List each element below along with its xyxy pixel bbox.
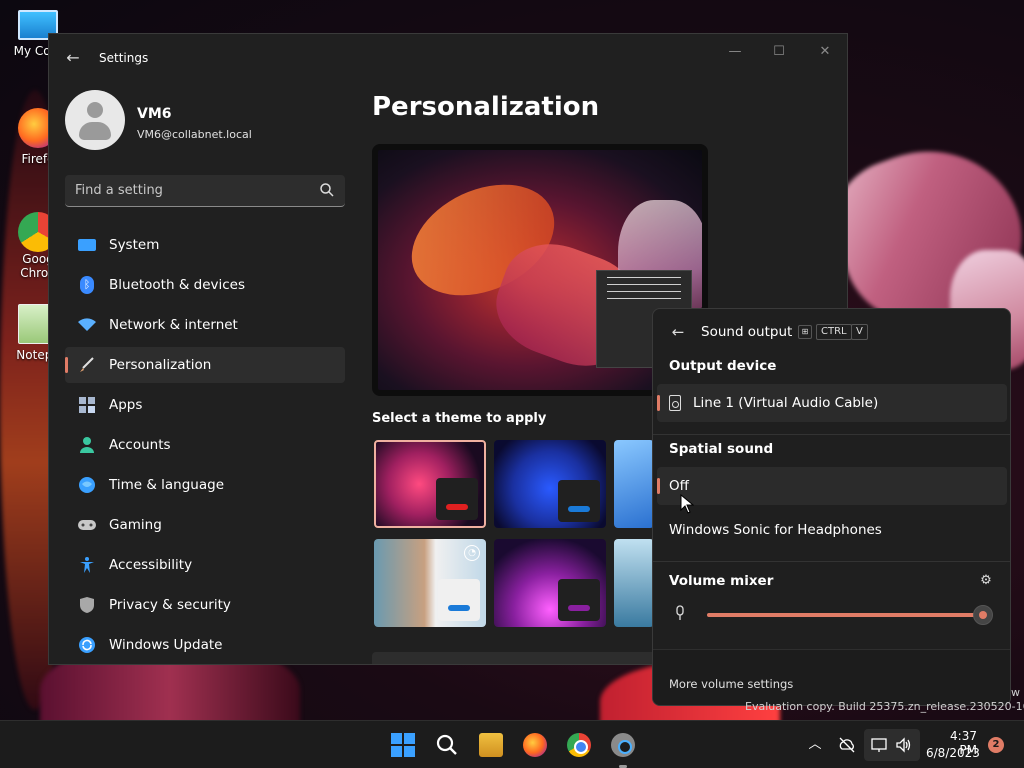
taskbar: ︿ 4:37 PM 6/8/2023 2 — [0, 720, 1024, 768]
divider — [653, 434, 1010, 435]
evaluation-watermark: Evaluation copy. Build 25375.zn_release.… — [745, 700, 1024, 713]
close-button[interactable]: ✕ — [807, 42, 843, 62]
search-icon[interactable] — [435, 733, 459, 757]
sidebar-item-label: Gaming — [109, 517, 162, 533]
volume-icon[interactable] — [895, 736, 913, 754]
spatial-option-label: Off — [669, 478, 689, 494]
search-input[interactable]: Find a setting — [65, 175, 345, 207]
sidebar-item-network[interactable]: Network & internet — [65, 307, 345, 343]
start-icon[interactable] — [391, 733, 415, 757]
app-volume-icon — [673, 605, 687, 623]
profile-email: VM6@collabnet.local — [137, 128, 252, 141]
title-bar[interactable]: ← Settings — ☐ ✕ — [49, 34, 847, 82]
back-arrow-icon[interactable]: ← — [669, 323, 687, 341]
theme-tile[interactable] — [614, 440, 654, 528]
sidebar-nav: System ᛒ Bluetooth & devices Network & i… — [65, 227, 345, 664]
file-explorer-icon[interactable] — [479, 733, 503, 757]
sidebar-item-label: Personalization — [109, 357, 212, 373]
search-icon[interactable] — [319, 182, 335, 198]
shield-icon — [77, 595, 97, 615]
divider — [653, 561, 1010, 562]
flyout-header: ← Sound output ⊞ CTRL V — [653, 309, 1010, 355]
search-placeholder: Find a setting — [75, 183, 163, 198]
update-icon — [77, 635, 97, 655]
accounts-icon — [77, 435, 97, 455]
cloud-off-icon[interactable] — [838, 736, 856, 754]
slideshow-icon: ◔ — [464, 545, 480, 561]
spatial-option-off[interactable]: Off — [657, 467, 1007, 505]
avatar[interactable] — [65, 90, 125, 150]
sidebar-item-personalization[interactable]: Personalization — [65, 347, 345, 383]
sidebar-item-privacy[interactable]: Privacy & security — [65, 587, 345, 623]
system-icon — [77, 235, 97, 255]
sidebar-item-label: Privacy & security — [109, 597, 231, 613]
network-icon[interactable] — [870, 736, 888, 754]
settings-icon[interactable] — [611, 733, 635, 757]
gamepad-icon — [77, 515, 97, 535]
v-key-badge: V — [851, 324, 868, 340]
sidebar-item-apps[interactable]: Apps — [65, 387, 345, 423]
chrome-icon[interactable] — [567, 733, 591, 757]
volume-mixer-heading: Volume mixer — [669, 573, 774, 589]
sidebar-item-time-language[interactable]: Time & language — [65, 467, 345, 503]
bluetooth-icon: ᛒ — [77, 275, 97, 295]
spatial-sound-heading: Spatial sound — [669, 441, 774, 457]
maximize-button[interactable]: ☐ — [761, 42, 797, 62]
sidebar-item-system[interactable]: System — [65, 227, 345, 263]
sidebar-item-windows-update[interactable]: Windows Update — [65, 627, 345, 663]
chevron-up-icon[interactable]: ︿ — [806, 736, 824, 754]
theme-tile[interactable] — [494, 539, 606, 627]
windows-key-icon: ⊞ — [798, 325, 812, 339]
page-title: Personalization — [372, 92, 600, 122]
settings-card[interactable] — [372, 652, 672, 664]
mouse-cursor-icon — [680, 494, 694, 514]
sidebar-item-accounts[interactable]: Accounts — [65, 427, 345, 463]
output-device-heading: Output device — [669, 358, 777, 374]
more-volume-settings-link[interactable]: More volume settings — [669, 677, 793, 691]
spatial-option-windows-sonic[interactable]: Windows Sonic for Headphones — [657, 511, 1007, 549]
notification-badge[interactable]: 2 — [988, 737, 1004, 753]
sidebar-item-label: Time & language — [109, 477, 225, 493]
volume-slider-thumb[interactable] — [973, 605, 993, 625]
sidebar-item-label: Network & internet — [109, 317, 238, 333]
user-profile[interactable]: VM6 VM6@collabnet.local — [65, 90, 355, 154]
sidebar-item-accessibility[interactable]: Accessibility — [65, 547, 345, 583]
ctrl-key-badge: CTRL — [816, 324, 852, 340]
sidebar-item-label: System — [109, 237, 160, 253]
sidebar-item-gaming[interactable]: Gaming — [65, 507, 345, 543]
gear-icon[interactable]: ⚙ — [978, 573, 994, 589]
output-device-label: Line 1 (Virtual Audio Cable) — [693, 395, 879, 411]
accessibility-icon — [77, 555, 97, 575]
back-arrow-icon[interactable]: ← — [63, 48, 83, 68]
window-title: Settings — [99, 51, 149, 65]
sidebar-item-label: Bluetooth & devices — [109, 277, 246, 293]
theme-tile[interactable]: ◔ — [374, 539, 486, 627]
theme-tile[interactable] — [614, 539, 654, 627]
apps-icon — [77, 395, 97, 415]
volume-slider[interactable] — [707, 613, 983, 617]
flyout-footer: More volume settings — [653, 649, 1010, 705]
evaluation-watermark: w — [1011, 686, 1020, 699]
output-device-item[interactable]: Line 1 (Virtual Audio Cable) — [657, 384, 1007, 422]
spatial-option-label: Windows Sonic for Headphones — [669, 522, 882, 538]
profile-name: VM6 — [137, 106, 172, 122]
flyout-title: Sound output — [701, 324, 793, 340]
sound-output-flyout: ← Sound output ⊞ CTRL V Output device Li… — [652, 308, 1011, 706]
minimize-button[interactable]: — — [717, 42, 753, 62]
theme-tile[interactable] — [374, 440, 486, 528]
brush-icon — [77, 355, 97, 375]
wifi-icon — [77, 315, 97, 335]
sidebar-item-label: Accessibility — [109, 557, 193, 573]
firefox-icon[interactable] — [523, 733, 547, 757]
clock-date[interactable]: 6/8/2023 — [926, 746, 980, 760]
speaker-icon — [669, 395, 681, 411]
sidebar-item-label: Apps — [109, 397, 143, 413]
theme-section-label: Select a theme to apply — [372, 411, 547, 426]
sidebar-item-label: Windows Update — [109, 637, 223, 653]
theme-tile[interactable] — [494, 440, 606, 528]
sidebar-item-bluetooth[interactable]: ᛒ Bluetooth & devices — [65, 267, 345, 303]
sidebar-item-label: Accounts — [109, 437, 171, 453]
globe-icon — [77, 475, 97, 495]
